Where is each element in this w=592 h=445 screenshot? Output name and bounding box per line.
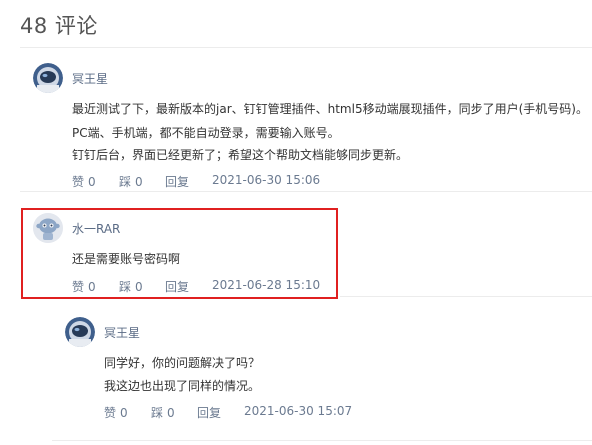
- astronaut-avatar[interactable]: [33, 63, 63, 93]
- comment-text-line: PC端、手机端，都不能自动登录，需要输入账号。: [72, 126, 340, 140]
- comment-timestamp: 2021-06-30 15:06: [212, 173, 321, 187]
- dislike-label: 踩: [119, 175, 132, 189]
- comment-author[interactable]: 冥王星: [104, 324, 140, 341]
- comments-heading: 48 评论: [20, 14, 98, 38]
- comment-text-line: 最近测试了下，最新版本的jar、钉钉管理插件、html5移动端展现插件，同步了用…: [72, 102, 588, 116]
- astronaut-avatar[interactable]: [65, 317, 95, 347]
- highlight-box: [21, 208, 338, 299]
- dislike-label: 踩: [151, 406, 164, 420]
- dislike-button[interactable]: 踩0: [151, 404, 175, 421]
- like-label: 赞: [72, 175, 85, 189]
- reply-button[interactable]: 回复: [197, 404, 221, 421]
- dislike-count: 0: [135, 175, 143, 189]
- reply-button[interactable]: 回复: [165, 173, 189, 190]
- dislike-button[interactable]: 踩0: [119, 173, 143, 190]
- dislike-count: 0: [167, 406, 175, 420]
- like-count: 0: [88, 175, 96, 189]
- like-button[interactable]: 赞0: [72, 173, 96, 190]
- comment-divider: [20, 191, 592, 192]
- comment-text-line: 同学好，你的问题解决了吗？: [104, 356, 261, 370]
- comments-page: 48 评论 冥王星 最近测试了下，最新版本的jar、钉钉管理插件、html5移动…: [0, 0, 592, 445]
- comment-timestamp: 2021-06-30 15:07: [244, 404, 353, 418]
- heading-divider: [20, 47, 592, 48]
- comment-divider: [52, 440, 592, 441]
- comment-divider: [340, 296, 592, 297]
- like-button[interactable]: 赞0: [104, 404, 128, 421]
- comment-text-line: 钉钉后台，界面已经更新了；希望这个帮助文档能够同步更新。: [72, 148, 409, 162]
- comment-author[interactable]: 冥王星: [72, 70, 108, 87]
- like-label: 赞: [104, 406, 117, 420]
- like-count: 0: [120, 406, 128, 420]
- comment-text-line: 我这边也出现了同样的情况。: [104, 379, 261, 393]
